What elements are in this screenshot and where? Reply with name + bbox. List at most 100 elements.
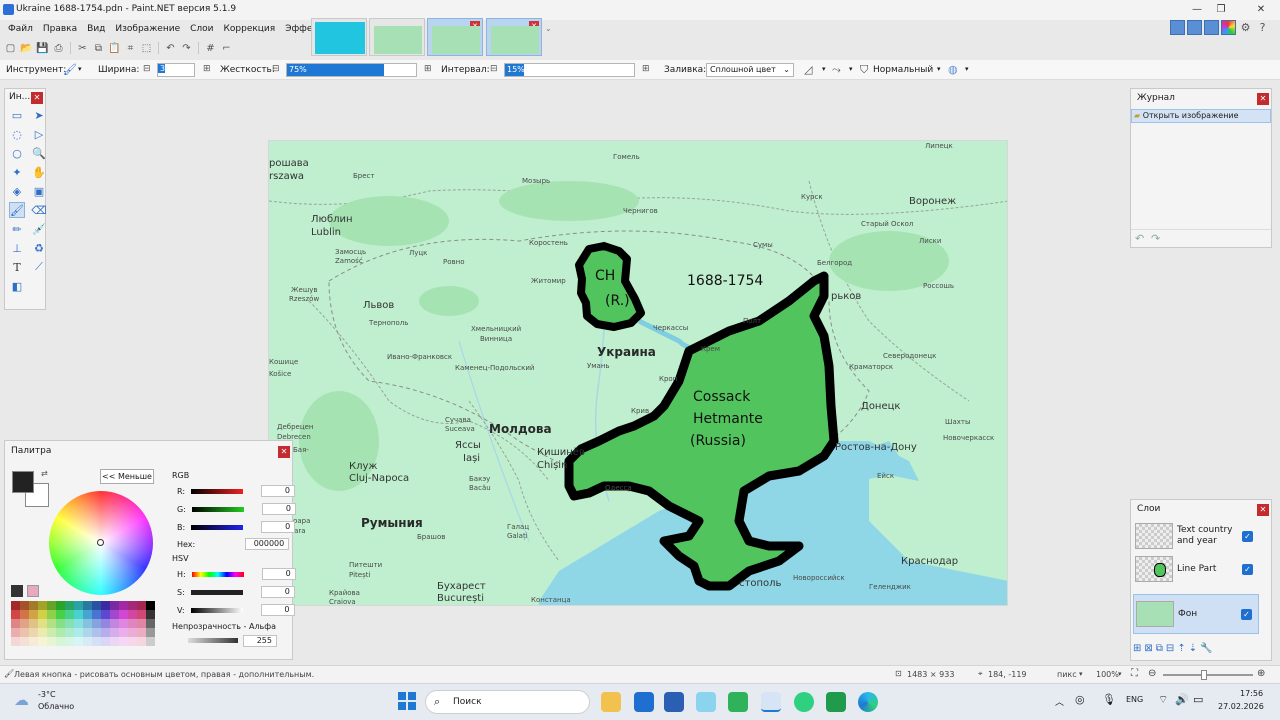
store-icon[interactable] — [634, 692, 654, 712]
tray-app-icon[interactable]: ◎ — [1075, 693, 1085, 706]
palette-swatch[interactable] — [146, 628, 155, 637]
zoom-out-icon[interactable]: ⊖ — [1148, 668, 1156, 679]
palette-swatch[interactable] — [11, 628, 20, 637]
palette-swatch[interactable] — [92, 601, 101, 610]
palette-swatch[interactable] — [56, 610, 65, 619]
crop-icon[interactable]: ⌗ — [124, 42, 137, 55]
delete-layer-icon[interactable]: ⊠ — [1144, 643, 1152, 654]
palette-swatch[interactable] — [29, 610, 38, 619]
palette-swatch[interactable] — [137, 637, 146, 646]
palette-swatch[interactable] — [128, 637, 137, 646]
hardness-decrease-icon[interactable]: ⊟ — [272, 64, 280, 74]
palette-swatch[interactable] — [146, 601, 155, 610]
color-wheel[interactable] — [49, 491, 153, 595]
palette-icon[interactable] — [11, 585, 23, 597]
weather-desc[interactable]: Облачно — [38, 702, 74, 711]
palette-swatch[interactable] — [146, 610, 155, 619]
hardness-increase-icon[interactable]: ⊞ — [424, 64, 432, 74]
blend-dropdown-icon[interactable]: ▾ — [937, 65, 941, 73]
palette-swatch[interactable] — [101, 601, 110, 610]
duplicate-layer-icon[interactable]: ⧉ — [1156, 643, 1163, 654]
menu-file[interactable]: Файл — [8, 24, 33, 34]
new-file-icon[interactable]: ▢ — [4, 42, 17, 55]
palette-swatch[interactable] — [110, 610, 119, 619]
palette-swatch[interactable] — [92, 610, 101, 619]
clock-date[interactable]: 27.02.2026 — [1218, 702, 1264, 711]
palette-swatch[interactable] — [74, 619, 83, 628]
palette-swatch[interactable] — [83, 637, 92, 646]
paintnet-taskbar-icon[interactable] — [761, 692, 781, 712]
menu-edit[interactable]: Правка — [43, 24, 77, 34]
document-tab-3[interactable]: ✕ — [427, 18, 483, 56]
palette-swatch[interactable] — [101, 610, 110, 619]
zoom-icon[interactable]: 🔍 — [31, 145, 47, 161]
blend-mode-value[interactable]: Нормальный — [873, 65, 933, 75]
palette-swatch[interactable] — [101, 637, 110, 646]
swap-colors-icon[interactable]: ⇄ — [41, 469, 48, 478]
menu-view[interactable]: Вид — [87, 24, 105, 34]
palette-swatch[interactable] — [128, 601, 137, 610]
undo-icon[interactable]: ↶ — [164, 42, 177, 55]
palette-swatch[interactable] — [29, 619, 38, 628]
game-icon[interactable] — [826, 692, 846, 712]
less-button[interactable]: << Меньше — [100, 469, 154, 484]
pan-hand-icon[interactable]: ✋ — [31, 164, 47, 180]
palette-swatch[interactable] — [56, 619, 65, 628]
rect-select-icon[interactable]: ▭ — [9, 107, 25, 123]
palette-swatch[interactable] — [74, 610, 83, 619]
move-down-icon[interactable]: ⇣ — [1189, 643, 1197, 654]
palette-swatch[interactable] — [119, 619, 128, 628]
layers-window-icon[interactable] — [1204, 20, 1219, 35]
redo-history-icon[interactable]: ↷ — [1151, 232, 1160, 245]
palette-swatch[interactable] — [11, 637, 20, 646]
zoom-value[interactable]: 100% — [1096, 670, 1119, 679]
palette-swatch[interactable] — [83, 628, 92, 637]
palette-swatch[interactable] — [65, 628, 74, 637]
palette-swatch[interactable] — [119, 610, 128, 619]
palette-swatch[interactable] — [92, 628, 101, 637]
ellipse-select-icon[interactable]: ○ — [9, 145, 25, 161]
lasso-icon[interactable]: ◌ — [9, 126, 25, 142]
selection-mode-icon[interactable]: ◍ — [948, 63, 958, 76]
move-up-icon[interactable]: ⇡ — [1177, 643, 1185, 654]
palette-swatch[interactable] — [74, 601, 83, 610]
layer-row-selected[interactable]: Фон ✓ — [1133, 594, 1259, 634]
menu-layers[interactable]: Слои — [190, 24, 213, 34]
antialiasing-icon[interactable]: ◿ — [804, 63, 812, 76]
palette-swatch[interactable] — [29, 628, 38, 637]
line-curve-icon[interactable]: ⟋ — [31, 259, 47, 275]
save-icon[interactable]: 💾 — [36, 42, 49, 55]
menu-adjustments[interactable]: Коррекция — [224, 24, 276, 34]
palette-swatch[interactable] — [47, 628, 56, 637]
palette-swatch[interactable] — [47, 610, 56, 619]
palette-swatch[interactable] — [20, 637, 29, 646]
palette-swatch[interactable] — [146, 619, 155, 628]
r-slider[interactable] — [191, 488, 244, 494]
width-decrease-icon[interactable]: ⊟ — [143, 64, 151, 74]
r-input[interactable]: 0 — [261, 485, 296, 497]
document-tab-2[interactable] — [369, 18, 425, 56]
palette-swatch[interactable] — [137, 628, 146, 637]
layer-visibility-checkbox[interactable]: ✓ — [1242, 530, 1253, 542]
palette-swatch[interactable] — [65, 637, 74, 646]
selection-dropdown-icon[interactable]: ▾ — [965, 65, 969, 73]
units-dropdown[interactable]: пикс — [1057, 670, 1077, 679]
start-windows-icon[interactable] — [398, 692, 416, 710]
palette-swatch[interactable] — [101, 619, 110, 628]
units-chevron-icon[interactable]: ▾ — [1079, 670, 1083, 678]
palette-swatch[interactable] — [29, 637, 38, 646]
interval-increase-icon[interactable]: ⊞ — [642, 64, 650, 74]
palette-swatch[interactable] — [92, 619, 101, 628]
palette-swatch[interactable] — [38, 610, 47, 619]
interval-slider[interactable]: 15% — [504, 63, 635, 77]
palette-swatch[interactable] — [65, 619, 74, 628]
palette-swatch[interactable] — [74, 628, 83, 637]
opacity-slider[interactable] — [188, 638, 238, 643]
image-canvas[interactable]: 1688-1754 CH (R.) Cossack Hetmante (Russ… — [268, 140, 1008, 606]
tool-dropdown-icon[interactable]: ▾ — [78, 65, 82, 73]
print-icon[interactable]: ⎙ — [52, 42, 65, 55]
history-close-icon[interactable]: ✕ — [1257, 93, 1269, 105]
layer-row[interactable]: Line Part ✓ — [1133, 549, 1259, 589]
palette-swatch[interactable] — [83, 619, 92, 628]
palette-swatch[interactable] — [56, 628, 65, 637]
